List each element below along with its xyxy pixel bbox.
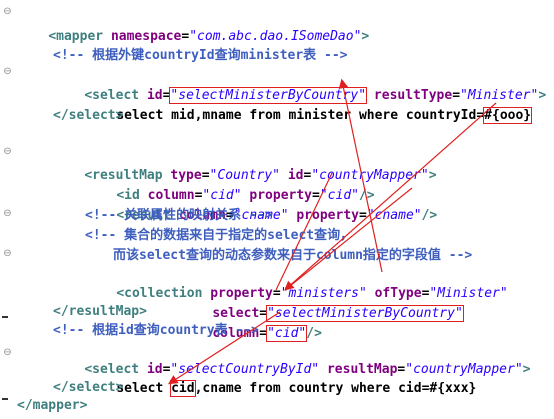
highlighted-param: #{ooo} (483, 107, 533, 124)
code-comment[interactable]: <!-- 根据外键countryId查询minister表 --> (53, 46, 348, 66)
code-line-result[interactable]: <result column="cname" property="cname"/… (85, 186, 437, 223)
sql-text: ,cname from country where cid=#{xxx} (194, 381, 477, 396)
fold-toggle-icon[interactable]: ⊖ (3, 209, 12, 219)
change-marker (2, 398, 8, 400)
code-line-mapper-open[interactable]: <mapper namespace="com.abc.dao.ISomeDao"… (17, 7, 369, 44)
code-line-collection[interactable]: <collection property="ministers" ofType=… (85, 264, 507, 301)
highlighted-column: "cid" (266, 325, 308, 342)
tag-close: > (428, 168, 437, 183)
tag-close: /> (421, 208, 438, 223)
code-line-sql-country[interactable]: select cid,cname from country where cid=… (85, 359, 476, 397)
fold-toggle-icon[interactable]: ⊖ (3, 348, 12, 358)
code-line-select-close[interactable]: </select> (53, 378, 123, 398)
highlighted-cid: cid (170, 380, 196, 397)
change-marker (2, 316, 8, 318)
fold-toggle-icon[interactable]: ⊖ (3, 67, 12, 77)
equals: = (259, 326, 268, 341)
code-line-mapper-close[interactable]: </mapper> (17, 396, 87, 416)
code-line-select-minister[interactable]: <select id="selectMinisterByCountry" res… (53, 66, 546, 104)
tag-close: /> (306, 326, 322, 341)
tag-name: <mapper (48, 29, 111, 44)
attr-name: namespace (110, 29, 182, 44)
attr-value: "cname" (366, 208, 422, 223)
tag-close: > (538, 88, 547, 103)
equals: = (358, 208, 367, 223)
code-comment[interactable]: 而该select查询的动态参数来自于column指定的字段值 --> (113, 246, 472, 266)
tag-close: > (361, 29, 370, 44)
code-line-resultmap-open[interactable]: <resultMap type="Country" id="countryMap… (53, 146, 436, 183)
fold-toggle-icon[interactable]: ⊖ (3, 147, 12, 157)
editor-gutter: ⊖ ⊖ ⊖ ⊖ ⊖ ⊖ (0, 0, 16, 416)
attr-value: "com.abc.dao.ISomeDao" (189, 29, 362, 44)
fold-toggle-icon[interactable]: ⊖ (3, 249, 12, 259)
tag-close: > (522, 362, 531, 377)
code-comment[interactable]: <!-- 关联属性的映射关系 --> (85, 206, 272, 226)
code-editor[interactable]: ⊖ ⊖ ⊖ ⊖ ⊖ ⊖ <mapper namespace="com.abc.d… (0, 0, 554, 416)
sql-text: select mid,mname from minister where cou… (116, 108, 485, 123)
code-line-id[interactable]: <id column="cid" property="cid"/> (85, 166, 374, 203)
code-line-resultmap-close[interactable]: </resultMap> (53, 302, 147, 322)
code-line-select-close[interactable]: </select> (53, 106, 123, 126)
sql-text: select (116, 381, 172, 396)
code-line-select-country[interactable]: <select id="selectCountryById" resultMap… (53, 340, 530, 377)
fold-toggle-icon[interactable]: ⊖ (3, 7, 12, 17)
code-line-sql-minister[interactable]: select mid,mname from minister where cou… (85, 86, 533, 124)
attr-name: property (296, 208, 359, 223)
code-line-collection-select[interactable]: select="selectMinisterByCountry" (181, 284, 464, 322)
code-comment[interactable]: <!-- 集合的数据来自于指定的select查询， (85, 226, 353, 246)
code-comment[interactable]: <!-- 根据id查询country表 --> (53, 321, 259, 341)
